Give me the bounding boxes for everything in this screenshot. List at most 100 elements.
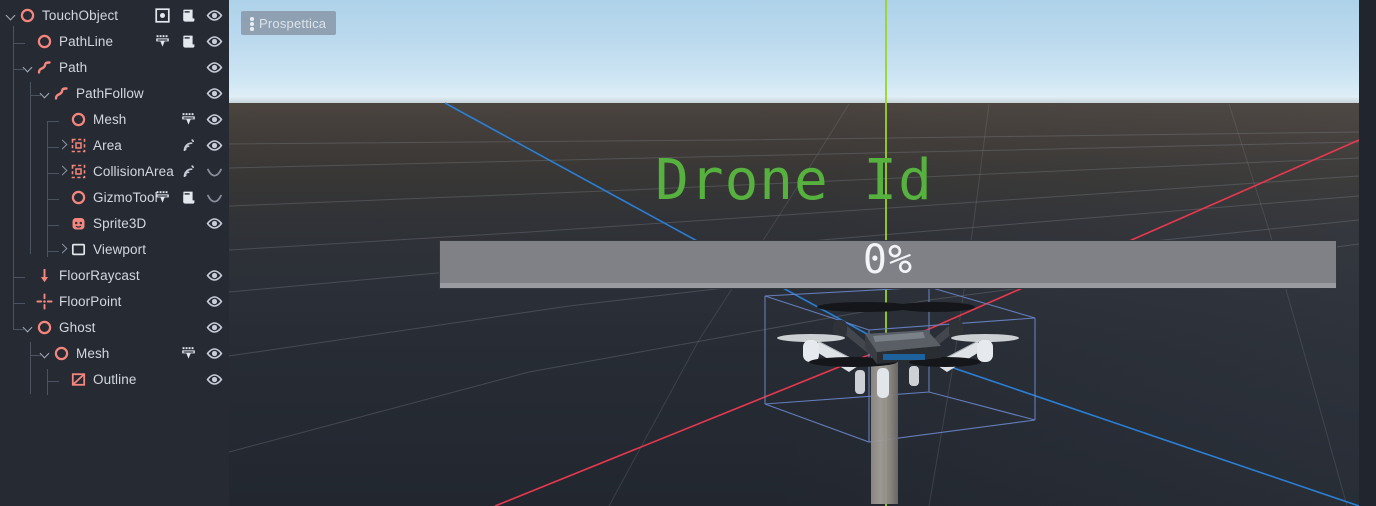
scene-tree-list[interactable]: TouchObject PathLine Path PathFollow Mesh Are… bbox=[0, 0, 229, 392]
visibility-off-icon[interactable] bbox=[206, 163, 223, 180]
signal-icon[interactable] bbox=[180, 163, 197, 180]
indent-spacer bbox=[4, 340, 38, 366]
scene-tree-item-label: Area bbox=[93, 137, 122, 153]
visibility-on-icon[interactable] bbox=[206, 293, 223, 310]
vertical-dots-icon bbox=[245, 13, 259, 33]
tree-guide-line bbox=[47, 173, 59, 174]
scene-tree-item-mesh[interactable]: Mesh bbox=[0, 340, 229, 366]
drone-id-label-3d: Drone Id bbox=[655, 148, 933, 213]
node3d-circle-icon bbox=[69, 188, 88, 207]
tree-guide-line bbox=[47, 199, 59, 200]
marker3d-cross-icon bbox=[35, 292, 54, 311]
tree-guide-line bbox=[13, 43, 25, 44]
twisty-spacer bbox=[55, 210, 69, 236]
animation-icon[interactable] bbox=[154, 189, 171, 206]
scene-tree-item-label: Viewport bbox=[93, 241, 147, 257]
scene-tree-item-label: CollisionArea bbox=[93, 163, 174, 179]
scene-tree-item-label: FloorRaycast bbox=[59, 267, 140, 283]
visibility-on-icon[interactable] bbox=[206, 59, 223, 76]
scene-tree-item-viewport[interactable]: Viewport bbox=[0, 236, 229, 262]
tree-guide-line bbox=[30, 342, 31, 394]
scene-tree-item-pathfollow[interactable]: PathFollow bbox=[0, 80, 229, 106]
chevron-down-icon[interactable] bbox=[21, 54, 35, 80]
scene-tree-item-tools bbox=[180, 158, 223, 184]
scene-tree-item-floorraycast[interactable]: FloorRaycast bbox=[0, 262, 229, 288]
script-icon[interactable] bbox=[180, 189, 197, 206]
viewport-menu-label: Prospettica bbox=[259, 15, 327, 31]
visibility-on-icon[interactable] bbox=[206, 111, 223, 128]
viewport-menu-button[interactable]: Prospettica bbox=[241, 11, 337, 35]
visibility-on-icon[interactable] bbox=[206, 371, 223, 388]
chevron-down-icon[interactable] bbox=[38, 340, 52, 366]
scene-tree-item-tools bbox=[154, 184, 223, 210]
drone-mesh[interactable] bbox=[749, 290, 1049, 430]
scene-tree-item-gizmotool[interactable]: GizmoTool bbox=[0, 184, 229, 210]
scene-tree-item-touchobject[interactable]: TouchObject bbox=[0, 2, 229, 28]
godot-editor-window: TouchObject PathLine Path PathFollow Mesh Are… bbox=[0, 0, 1376, 506]
animation-icon[interactable] bbox=[180, 111, 197, 128]
tree-guide-line bbox=[47, 147, 59, 148]
scene-tree-item-tools bbox=[206, 366, 223, 392]
tree-guide-line bbox=[47, 381, 59, 382]
scene-tree-item-label: TouchObject bbox=[42, 7, 119, 23]
scene-tree-item-label: Path bbox=[59, 59, 88, 75]
visibility-on-icon[interactable] bbox=[206, 137, 223, 154]
visibility-on-icon[interactable] bbox=[206, 319, 223, 336]
chevron-down-icon[interactable] bbox=[21, 314, 35, 340]
twisty-spacer bbox=[55, 106, 69, 132]
visibility-on-icon[interactable] bbox=[206, 33, 223, 50]
drone-body bbox=[865, 330, 941, 364]
visibility-on-icon[interactable] bbox=[206, 85, 223, 102]
sprite3d-face-icon bbox=[69, 214, 88, 233]
animation-icon[interactable] bbox=[154, 33, 171, 50]
tree-guide-line bbox=[13, 26, 14, 330]
scene-tree-item-sprite3d[interactable]: Sprite3D bbox=[0, 210, 229, 236]
scene-tree-item-area[interactable]: Area bbox=[0, 132, 229, 158]
scene-tree-item-collisionarea[interactable]: CollisionArea bbox=[0, 158, 229, 184]
scene-tree-item-label: GizmoTool bbox=[93, 189, 158, 205]
script-icon[interactable] bbox=[180, 33, 197, 50]
script-icon[interactable] bbox=[180, 7, 197, 24]
scene-tree-item-tools bbox=[206, 80, 223, 106]
scene-tree-item-mesh[interactable]: Mesh bbox=[0, 106, 229, 132]
scene-tree-item-outline[interactable]: Outline bbox=[0, 366, 229, 392]
chevron-down-icon[interactable] bbox=[4, 2, 18, 28]
node3d-circle-icon bbox=[69, 110, 88, 129]
progress-bar[interactable]: 0% bbox=[439, 237, 1337, 289]
progress-bar-label: 0% bbox=[862, 237, 914, 283]
tree-guide-line bbox=[13, 277, 25, 278]
tree-guide-line bbox=[13, 69, 25, 70]
visibility-on-icon[interactable] bbox=[206, 267, 223, 284]
scene-tree-item-tools bbox=[180, 340, 223, 366]
viewport-3d[interactable]: Prospettica Drone Id 0% bbox=[229, 0, 1359, 506]
visibility-off-icon[interactable] bbox=[206, 189, 223, 206]
animation-icon[interactable] bbox=[180, 345, 197, 362]
scene-tree-item-path[interactable]: Path bbox=[0, 54, 229, 80]
scene-tree-item-ghost[interactable]: Ghost bbox=[0, 314, 229, 340]
scene-tree-panel[interactable]: TouchObject PathLine Path PathFollow Mesh Are… bbox=[0, 0, 229, 506]
scene-tree-item-pathline[interactable]: PathLine bbox=[0, 28, 229, 54]
visibility-on-icon[interactable] bbox=[206, 215, 223, 232]
twisty-spacer bbox=[55, 184, 69, 210]
area3d-icon bbox=[69, 136, 88, 155]
twisty-spacer bbox=[21, 262, 35, 288]
scene-tree-item-label: PathFollow bbox=[76, 85, 144, 101]
tree-guide-line bbox=[30, 355, 42, 356]
node3d-circle-icon bbox=[52, 344, 71, 363]
scene-tree-item-label: FloorPoint bbox=[59, 293, 122, 309]
node3d-circle-icon bbox=[18, 6, 37, 25]
signal-icon[interactable] bbox=[180, 137, 197, 154]
tree-guide-line bbox=[47, 225, 59, 226]
scene-tree-item-tools bbox=[206, 288, 223, 314]
scene-tree-item-tools bbox=[180, 106, 223, 132]
unique-node-icon[interactable] bbox=[154, 7, 171, 24]
visibility-on-icon[interactable] bbox=[206, 7, 223, 24]
chevron-down-icon[interactable] bbox=[38, 80, 52, 106]
chevron-right-icon[interactable] bbox=[55, 158, 69, 184]
visibility-on-icon[interactable] bbox=[206, 345, 223, 362]
chevron-right-icon[interactable] bbox=[55, 132, 69, 158]
tree-guide-line bbox=[47, 121, 48, 257]
scene-tree-item-floorpoint[interactable]: FloorPoint bbox=[0, 288, 229, 314]
chevron-right-icon[interactable] bbox=[55, 236, 69, 262]
scene-tree-item-tools bbox=[206, 54, 223, 80]
